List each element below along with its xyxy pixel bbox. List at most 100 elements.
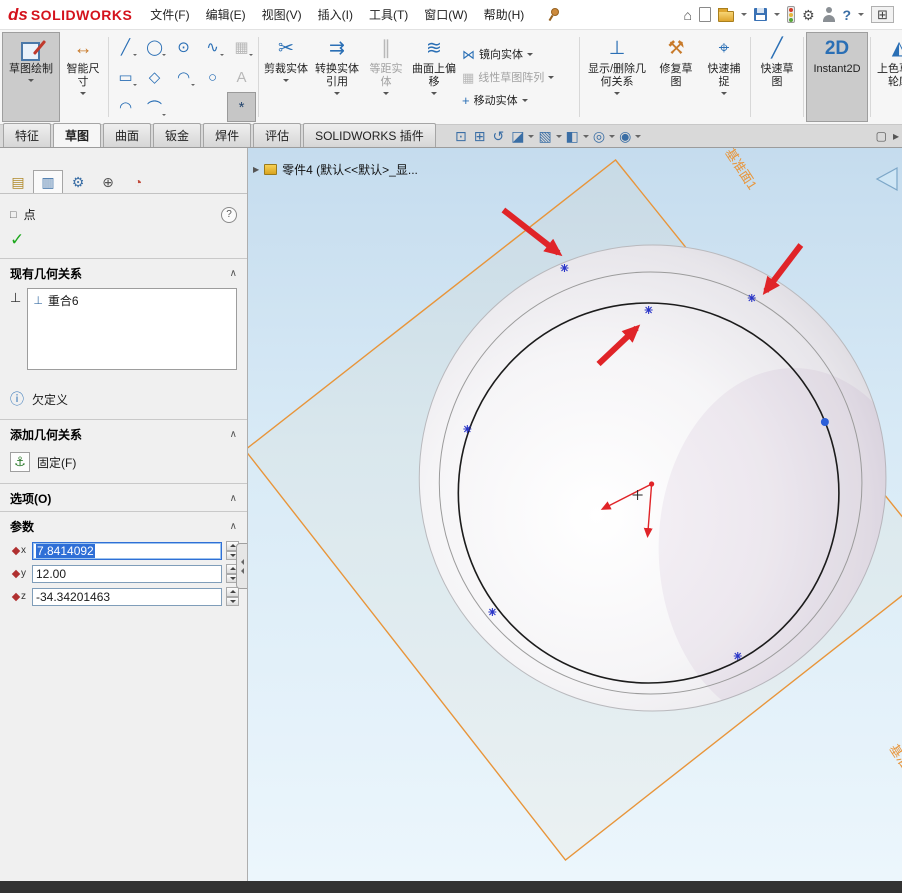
dimxpertmanager-tab-icon[interactable]: ⊕	[93, 170, 123, 193]
sketch-point[interactable]	[734, 652, 742, 660]
convert-entities-button[interactable]: ⇉ 转换实体引用	[311, 32, 363, 122]
edit-appearance-icon[interactable]: ◉	[616, 128, 634, 145]
save-icon[interactable]	[754, 8, 767, 21]
section-view-icon[interactable]: ◪	[508, 128, 527, 145]
chevron-down-icon[interactable]	[609, 135, 615, 141]
instant2d-button[interactable]: 2D Instant2D	[806, 32, 868, 122]
menu-tools[interactable]: 工具(T)	[361, 1, 416, 28]
command-tab-settings-icon[interactable]: ▢	[876, 129, 887, 143]
relations-listbox[interactable]: ⊥ 重合6	[27, 288, 237, 370]
shaded-sketch-contours-button[interactable]: ◭ 上色草图轮廓	[873, 32, 902, 92]
mirror-entities-button[interactable]: ⋈ 镜向实体	[459, 44, 577, 64]
fix-relation-button[interactable]: ⚓ 固定(F)	[0, 447, 247, 483]
menu-help[interactable]: 帮助(H)	[476, 1, 533, 28]
move-entities-button[interactable]: + 移动实体	[459, 90, 577, 110]
ok-check-icon[interactable]: ✓	[10, 230, 24, 249]
expand-panel-icon[interactable]: ▸	[893, 129, 899, 143]
menu-edit[interactable]: 编辑(E)	[198, 1, 254, 28]
propertymanager-tab-icon[interactable]: ▥	[33, 170, 63, 193]
point-tool[interactable]: *	[227, 92, 256, 122]
sketch-point[interactable]	[560, 264, 568, 272]
help-icon[interactable]: ?	[221, 207, 237, 223]
previous-view-icon[interactable]: ↺	[489, 128, 507, 145]
rectangle-tool[interactable]: ▭	[111, 62, 140, 92]
polygon-tool[interactable]: ◇	[140, 62, 169, 92]
tab-sheet-metal[interactable]: 钣金	[153, 123, 201, 147]
chevron-down-icon[interactable]	[858, 13, 864, 19]
tab-solidworks-addins[interactable]: SOLIDWORKS 插件	[303, 123, 436, 147]
three-point-arc-tool[interactable]: ◠	[111, 92, 140, 122]
ellipse-tool[interactable]: ○	[198, 62, 227, 92]
menu-window[interactable]: 窗口(W)	[416, 1, 475, 28]
panel-flyout-handle[interactable]	[236, 543, 247, 589]
centerpoint-arc-tool[interactable]: ◠	[169, 62, 198, 92]
displaymanager-tab-icon[interactable]: ◔	[123, 170, 153, 193]
repair-sketch-button[interactable]: ⚒ 修复草图	[652, 32, 700, 122]
trim-small-tool[interactable]	[169, 92, 198, 122]
expand-tree-icon[interactable]: ▶	[253, 165, 259, 174]
perimeter-circle-tool[interactable]: ⊙	[169, 32, 198, 62]
y-coordinate-field[interactable]: 12.00	[32, 565, 222, 583]
display-delete-relations-button[interactable]: ⊥ 显示/删除几何关系	[582, 32, 652, 122]
chevron-down-icon[interactable]	[583, 135, 589, 141]
open-document-icon[interactable]	[718, 11, 734, 22]
chevron-down-icon[interactable]	[741, 13, 747, 19]
relation-item[interactable]: ⊥ 重合6	[30, 291, 234, 310]
zoom-fit-icon[interactable]: ⊡	[452, 128, 470, 145]
offset-on-surface-button[interactable]: ≋ 曲面上偏移	[409, 32, 459, 122]
help-icon[interactable]: ?	[843, 8, 852, 22]
z-spinner[interactable]	[226, 587, 239, 606]
menu-file[interactable]: 文件(F)	[142, 1, 197, 28]
plane-label[interactable]: 基准面1	[722, 148, 760, 192]
chevron-down-icon[interactable]	[528, 135, 534, 141]
tab-surfaces[interactable]: 曲面	[103, 123, 151, 147]
window-layout-icon[interactable]: ⊞	[871, 6, 894, 23]
sketch-point[interactable]	[645, 306, 653, 314]
featuremanager-tab-icon[interactable]: ▤	[3, 170, 33, 193]
smart-dimension-button[interactable]: ↔ 智能尺寸	[60, 32, 106, 122]
fillet-tool[interactable]: ⌒	[140, 92, 169, 122]
existing-relations-header[interactable]: 现有几何关系 ∧	[0, 259, 247, 286]
chevron-down-icon[interactable]	[774, 13, 780, 19]
tab-evaluate[interactable]: 评估	[253, 123, 301, 147]
sketch-point[interactable]	[748, 294, 756, 302]
user-account-icon[interactable]	[822, 7, 836, 22]
task-pane-collapse-icon[interactable]	[877, 168, 897, 190]
hide-show-items-icon[interactable]: ◎	[590, 128, 608, 145]
tab-weldments[interactable]: 焊件	[203, 123, 251, 147]
options-header[interactable]: 选项(O) ∧	[0, 484, 247, 511]
settings-gear-icon[interactable]: ⚙	[802, 8, 815, 22]
chevron-down-icon[interactable]	[556, 135, 562, 141]
quick-snaps-button[interactable]: ⌖ 快速捕捉	[700, 32, 748, 122]
spline-tool[interactable]: ∿	[198, 32, 227, 62]
feature-tree-flyout[interactable]: ▶ 零件4 (默认<<默认>_显...	[253, 161, 418, 178]
display-style-icon[interactable]: ◧	[563, 128, 582, 145]
tab-sketch[interactable]: 草图	[53, 123, 101, 147]
sketch-button[interactable]: 草图绘制	[2, 32, 60, 122]
home-icon[interactable]: ⌂	[684, 8, 692, 22]
pin-menu-icon[interactable]	[546, 7, 559, 22]
tab-features[interactable]: 特征	[3, 123, 51, 147]
rapid-sketch-button[interactable]: ╱ 快速草图	[753, 32, 801, 122]
logo-text: SOLIDWORKS	[31, 7, 132, 23]
circle-tool[interactable]: ◯	[140, 32, 169, 62]
trim-entities-button[interactable]: ✂ 剪裁实体	[261, 32, 311, 122]
z-coordinate-field[interactable]: -34.34201463	[32, 588, 222, 606]
menu-insert[interactable]: 插入(I)	[310, 1, 361, 28]
new-document-icon[interactable]	[699, 7, 711, 22]
plane-label[interactable]: 基准面1	[886, 741, 902, 788]
sketch-point[interactable]	[463, 425, 471, 433]
configurationmanager-tab-icon[interactable]: ⚙	[63, 170, 93, 193]
selected-sketch-point[interactable]	[821, 418, 829, 426]
rebuild-traffic-light-icon[interactable]	[787, 6, 795, 23]
parameters-header[interactable]: 参数 ∧	[0, 512, 247, 539]
line-tool[interactable]: ╱	[111, 32, 140, 62]
graphics-area[interactable]: 基准面1 基准面1 ▶ 零件4 (默认<<默认>_显...	[248, 148, 902, 881]
zoom-area-icon[interactable]: ⊞	[471, 128, 489, 145]
menu-view[interactable]: 视图(V)	[254, 1, 310, 28]
x-coordinate-field[interactable]: 7.8414092	[32, 542, 222, 560]
sketch-point[interactable]	[488, 608, 496, 616]
add-relations-header[interactable]: 添加几何关系 ∧	[0, 420, 247, 447]
view-orientation-icon[interactable]: ▧	[535, 128, 554, 145]
chevron-down-icon[interactable]	[635, 135, 641, 141]
